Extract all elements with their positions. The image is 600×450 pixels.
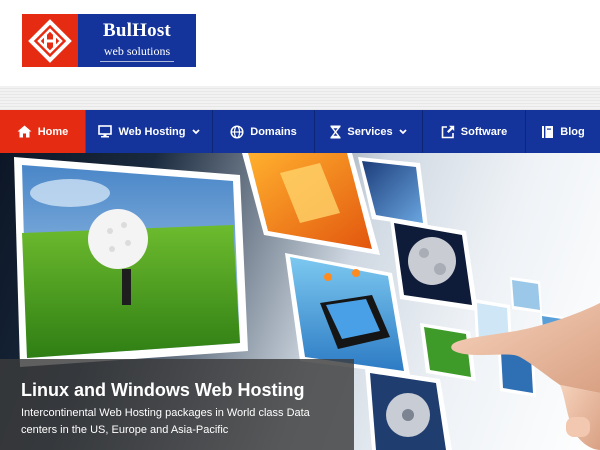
logo-mark-icon — [22, 14, 78, 67]
globe-icon — [230, 124, 244, 139]
header: BulHost web solutions — [0, 0, 600, 86]
nav-item-domains[interactable]: Domains — [213, 110, 315, 153]
brand-name: BulHost — [103, 20, 171, 41]
logo[interactable]: BulHost web solutions — [22, 14, 196, 67]
nav-item-services[interactable]: Services — [315, 110, 423, 153]
hourglass-icon — [330, 125, 341, 138]
banner-title: Linux and Windows Web Hosting — [21, 380, 305, 400]
nav-label: Services — [347, 125, 393, 138]
nav-label: Blog — [560, 125, 585, 138]
chevron-down-icon — [191, 128, 200, 134]
nav-item-web-hosting[interactable]: Web Hosting — [86, 110, 213, 153]
nav-label: Web Hosting — [118, 125, 186, 138]
nav-label: Domains — [250, 125, 297, 138]
header-stripe — [0, 86, 600, 110]
external-link-icon — [441, 125, 454, 138]
banner-description: Intercontinental Web Hosting packages in… — [21, 407, 310, 436]
home-icon — [17, 125, 32, 138]
logo-text: BulHost web solutions — [78, 14, 196, 67]
brand-tagline: web solutions — [103, 44, 171, 58]
monitor-icon — [98, 125, 113, 138]
hero-banner[interactable]: Linux and Windows Web Hosting Interconti… — [0, 153, 600, 450]
tagline-rule — [100, 61, 174, 62]
nav-label: Home — [37, 125, 69, 138]
nav-item-software[interactable]: Software — [423, 110, 526, 153]
nav-item-home[interactable]: Home — [0, 110, 86, 153]
nav-item-blog[interactable]: Blog — [526, 110, 600, 153]
chevron-down-icon — [398, 128, 407, 134]
nav-label: Software — [460, 125, 508, 138]
book-icon — [542, 125, 554, 138]
main-nav: Home Web Hosting Domains Services Softwa… — [0, 110, 600, 153]
